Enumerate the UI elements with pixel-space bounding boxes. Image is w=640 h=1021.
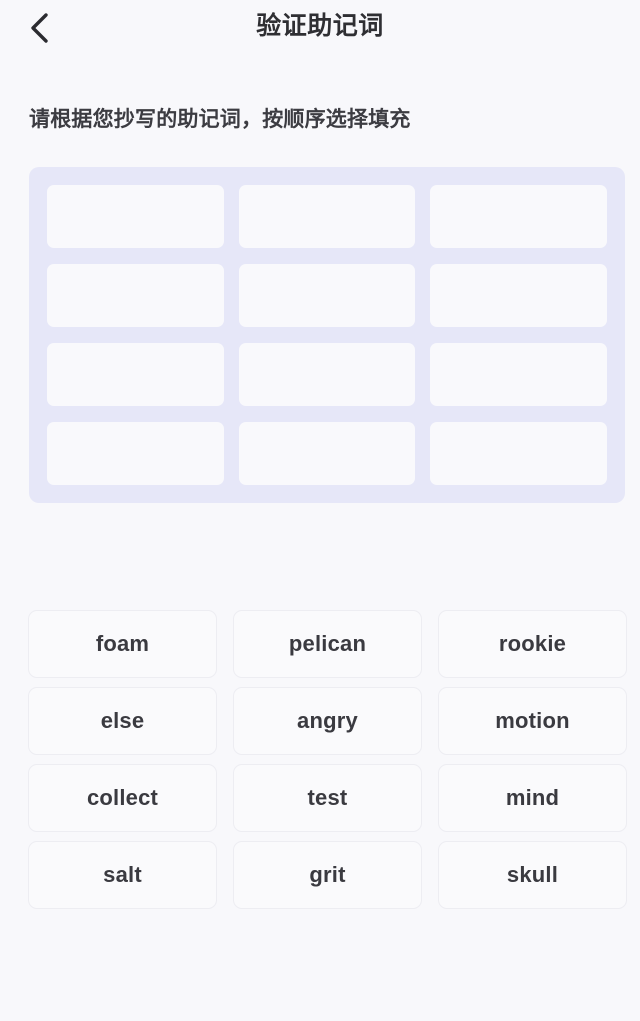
mnemonic-slot[interactable] xyxy=(238,185,416,248)
word-choice-button[interactable]: grit xyxy=(233,841,422,909)
mnemonic-slot[interactable] xyxy=(47,343,224,406)
word-choice-button[interactable]: pelican xyxy=(233,610,422,678)
word-choice-button[interactable]: test xyxy=(233,764,422,832)
mnemonic-slot[interactable] xyxy=(47,185,224,248)
word-choice-button[interactable]: angry xyxy=(233,687,422,755)
mnemonic-slot[interactable] xyxy=(47,264,224,327)
mnemonic-slot[interactable] xyxy=(238,343,416,406)
app-header: 验证助记词 xyxy=(0,0,640,62)
mnemonic-slot[interactable] xyxy=(238,264,416,327)
instruction-text: 请根据您抄写的助记词，按顺序选择填充 xyxy=(29,108,411,131)
mnemonic-slot[interactable] xyxy=(430,343,607,406)
word-choice-button[interactable]: salt xyxy=(28,841,217,909)
mnemonic-slot[interactable] xyxy=(238,422,416,485)
mnemonic-slot[interactable] xyxy=(430,422,607,485)
page-title: 验证助记词 xyxy=(256,12,384,40)
mnemonic-slot-panel xyxy=(29,167,625,503)
word-choice-button[interactable]: collect xyxy=(28,764,217,832)
word-choice-button[interactable]: foam xyxy=(28,610,217,678)
word-choice-button[interactable]: skull xyxy=(438,841,627,909)
mnemonic-slot[interactable] xyxy=(430,264,607,327)
mnemonic-slot[interactable] xyxy=(47,422,224,485)
word-choice-button[interactable]: rookie xyxy=(438,610,627,678)
word-choice-button[interactable]: else xyxy=(28,687,217,755)
word-choice-grid: foam pelican rookie else angry motion co… xyxy=(28,610,627,909)
mnemonic-slot[interactable] xyxy=(430,185,607,248)
word-choice-button[interactable]: motion xyxy=(438,687,627,755)
word-choice-button[interactable]: mind xyxy=(438,764,627,832)
